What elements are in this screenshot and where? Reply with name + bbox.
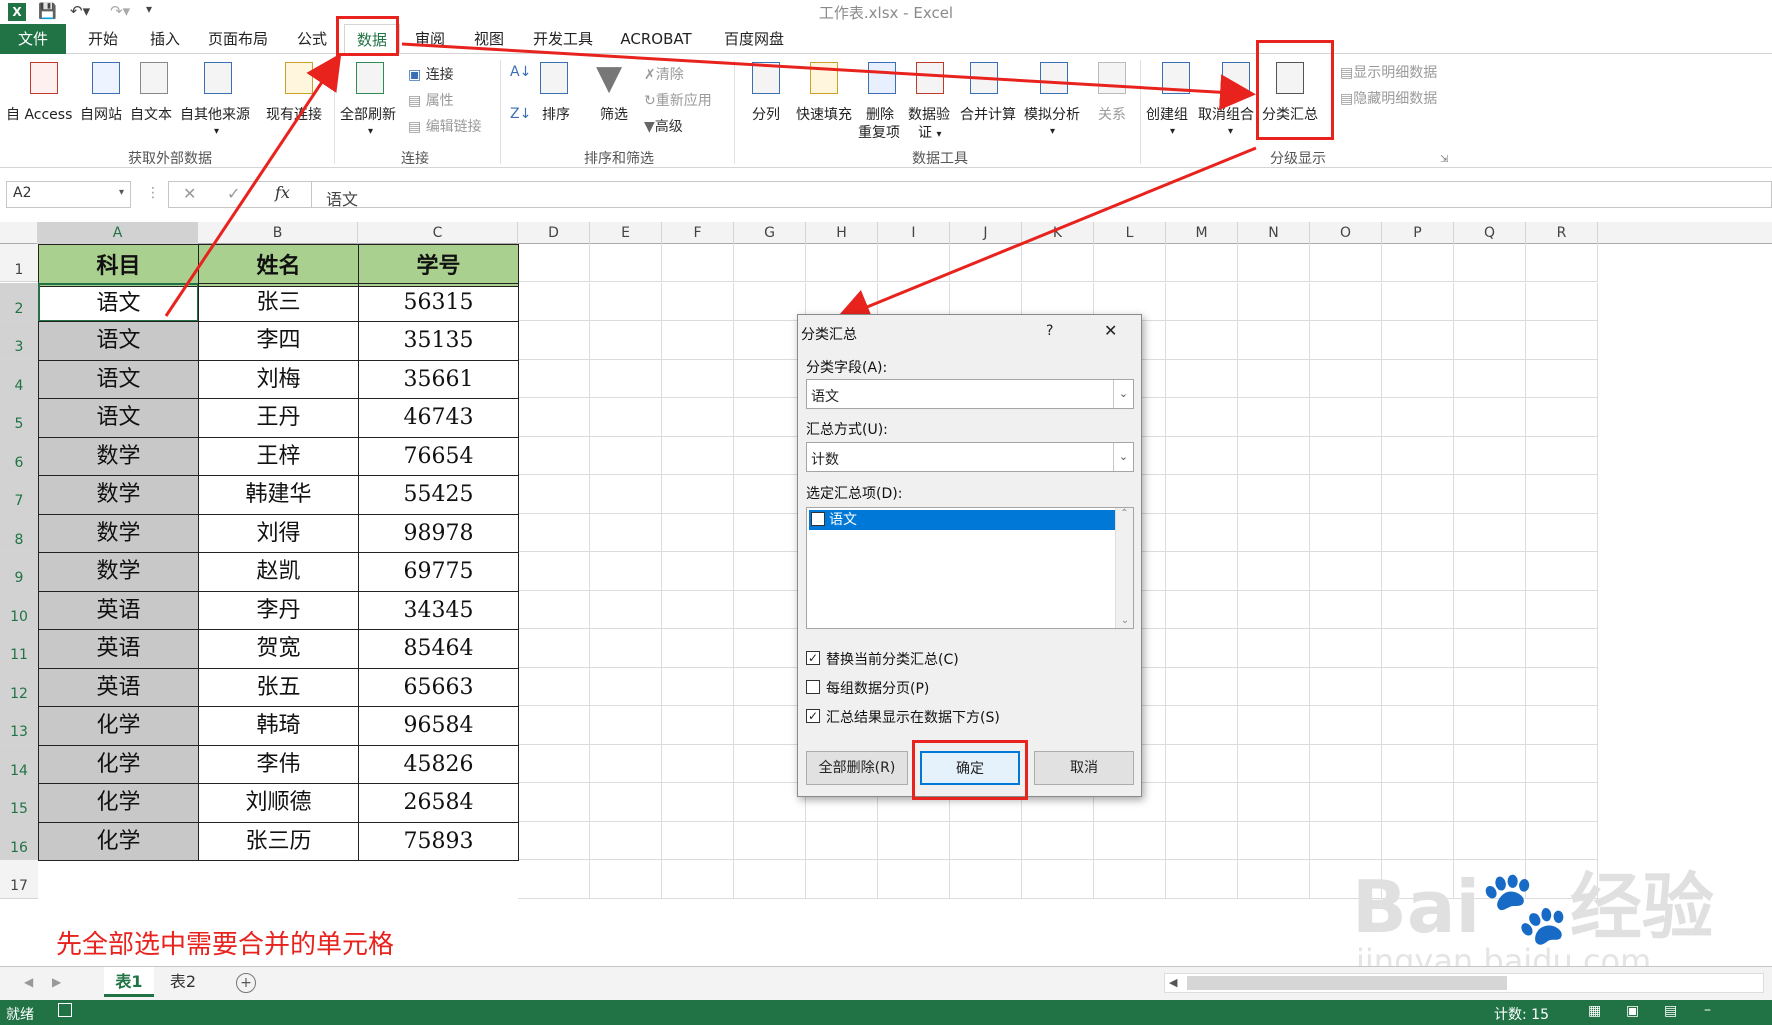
remove-all-button[interactable]: 全部删除(R)	[806, 751, 908, 785]
dialog-title: 分类汇总	[801, 327, 857, 343]
arrow-subtotal-to-dialog	[834, 146, 1257, 324]
dialog-help-button[interactable]: ?	[1046, 323, 1053, 339]
chevron-down-icon[interactable]: ⌄	[1113, 380, 1133, 408]
scroll-up-icon[interactable]: ⌃	[1116, 508, 1133, 519]
highlight-subtotal-button	[1256, 40, 1334, 140]
highlight-ok-button	[912, 740, 1028, 800]
scroll-down-icon[interactable]: ⌄	[1116, 615, 1134, 626]
subtotal-items-label: 选定汇总项(D):	[806, 486, 903, 502]
dialog-close-button[interactable]: ✕	[1104, 321, 1117, 340]
summary-below-checkbox[interactable]: ✓	[806, 709, 820, 723]
arrow-cell-to-data-tab	[164, 53, 342, 317]
subtotal-dialog: 分类汇总 ? ✕ 分类字段(A): 语文 ⌄ 汇总方式(U): 计数 ⌄ 选定汇总项…	[797, 314, 1142, 797]
subtotal-field-label: 分类字段(A):	[806, 360, 888, 376]
list-scrollbar[interactable]: ⌃ ⌄	[1115, 508, 1133, 628]
checkbox-checked-icon[interactable]: ✓	[811, 512, 825, 526]
highlight-data-tab	[336, 16, 399, 56]
replace-current-checkbox[interactable]: ✓	[806, 651, 820, 665]
subtotal-field-value: 语文	[811, 389, 839, 405]
chevron-down-icon[interactable]: ⌄	[1113, 443, 1133, 471]
summary-function-value: 计数	[811, 452, 839, 468]
summary-below-label[interactable]: 汇总结果显示在数据下方(S)	[826, 707, 1000, 727]
page-break-label[interactable]: 每组数据分页(P)	[826, 678, 929, 698]
subtotal-field-select[interactable]: 语文 ⌄	[806, 379, 1134, 409]
cancel-button[interactable]: 取消	[1034, 751, 1134, 785]
arrow-data-tab-to-subtotal	[401, 42, 1256, 111]
summary-function-label: 汇总方式(U):	[806, 422, 888, 438]
subtotal-items-list[interactable]: ✓ 语文 ⌃ ⌄	[806, 507, 1134, 629]
list-item[interactable]: ✓ 语文	[809, 510, 1115, 530]
list-item-label: 语文	[829, 512, 857, 528]
summary-function-select[interactable]: 计数 ⌄	[806, 442, 1134, 472]
replace-current-label[interactable]: 替换当前分类汇总(C)	[826, 649, 959, 669]
page-break-checkbox[interactable]	[806, 680, 820, 694]
